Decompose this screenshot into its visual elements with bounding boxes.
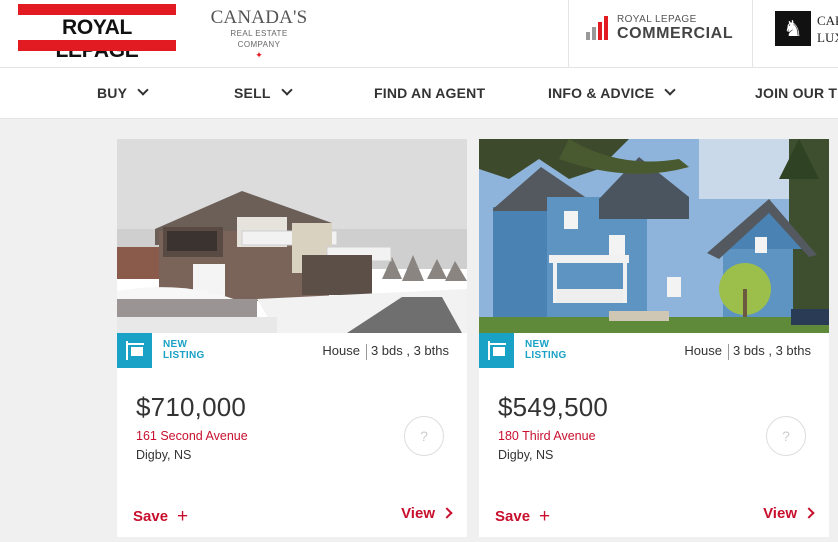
luxury-brand-text[interactable]: CARLUX xyxy=(817,12,838,46)
beds-baths: 3 bds , 3 bths xyxy=(732,343,811,358)
chevron-right-icon xyxy=(441,507,453,519)
listing-address[interactable]: 180 Third Avenue xyxy=(498,429,596,443)
commercial-brand-main: COMMERCIAL xyxy=(617,25,734,42)
listing-photo[interactable] xyxy=(117,139,467,333)
nav-join-our-team[interactable]: JOIN OUR TE xyxy=(755,68,838,119)
maple-leaf-icon: ✦ xyxy=(255,50,263,60)
badge-line-2: LISTING xyxy=(163,350,205,361)
main-nav: BUY SELL FIND AN AGENT INFO & ADVICE JOI… xyxy=(0,68,838,119)
question-icon[interactable]: ? xyxy=(404,416,444,456)
badge-line-2: LISTING xyxy=(525,350,567,361)
badge-line-1: NEW xyxy=(163,339,188,350)
royal-lepage-commercial-logo[interactable]: ROYAL LEPAGE COMMERCIAL xyxy=(586,14,738,44)
nav-buy[interactable]: BUY xyxy=(97,68,149,119)
listing-price: $710,000 xyxy=(136,392,247,422)
plus-icon: + xyxy=(539,506,551,527)
property-type: House xyxy=(322,343,360,358)
listing-card[interactable]: NEW LISTING House 3 bds , 3 bths $710,000… xyxy=(117,139,467,537)
commercial-brand-top: ROYAL LEPAGE xyxy=(617,14,697,25)
question-icon[interactable]: ? xyxy=(766,416,806,456)
plus-icon: + xyxy=(177,506,189,527)
listing-card[interactable]: NEW LISTING House 3 bds , 3 bths $549,500… xyxy=(479,139,829,537)
nav-sell[interactable]: SELL xyxy=(234,68,293,119)
listing-city: Digby, NS xyxy=(498,448,554,462)
listing-meta: House 3 bds , 3 bths xyxy=(322,343,449,360)
logo-stripe-top xyxy=(18,4,176,15)
tagline-sub: REAL ESTATE COMPANY xyxy=(230,29,288,49)
view-button[interactable]: View xyxy=(401,505,453,522)
logo-stripe-bottom xyxy=(18,40,176,51)
save-button[interactable]: Save + xyxy=(133,505,188,527)
royal-lepage-logo[interactable]: ROYAL LEPAGE xyxy=(18,4,176,62)
nav-find-an-agent-label: FIND AN AGENT xyxy=(374,85,486,101)
save-label: Save xyxy=(133,508,169,525)
nav-join-our-team-label: JOIN OUR TE xyxy=(755,85,838,101)
nav-buy-label: BUY xyxy=(97,85,128,101)
save-button[interactable]: Save + xyxy=(495,505,550,527)
nav-info-advice[interactable]: INFO & ADVICE xyxy=(548,68,676,119)
tagline-main: CANADA'S xyxy=(210,7,308,28)
logo-wordmark: ROYAL LEPAGE xyxy=(56,16,139,62)
nav-info-advice-label: INFO & ADVICE xyxy=(548,85,655,101)
for-sale-sign-icon xyxy=(479,333,514,368)
listing-photo[interactable] xyxy=(479,139,829,333)
commercial-bars-icon xyxy=(586,16,612,40)
top-header: ROYAL LEPAGE CANADA'S REAL ESTATE COMPAN… xyxy=(0,0,838,68)
property-type: House xyxy=(684,343,722,358)
chevron-down-icon xyxy=(137,84,149,96)
listing-price: $549,500 xyxy=(498,392,609,422)
listing-meta: House 3 bds , 3 bths xyxy=(684,343,811,360)
listing-address[interactable]: 161 Second Avenue xyxy=(136,429,248,443)
view-label: View xyxy=(763,505,797,522)
header-divider xyxy=(752,0,753,68)
save-label: Save xyxy=(495,508,531,525)
listing-info-row: NEW LISTING House 3 bds , 3 bths xyxy=(117,333,467,368)
view-button[interactable]: View xyxy=(763,505,815,522)
canadas-real-estate-company-logo[interactable]: CANADA'S REAL ESTATE COMPANY ✦ xyxy=(209,7,309,61)
new-listing-badge: NEW LISTING xyxy=(525,339,567,361)
beds-baths: 3 bds , 3 bths xyxy=(370,343,449,358)
nav-find-an-agent[interactable]: FIND AN AGENT xyxy=(374,68,485,119)
nav-sell-label: SELL xyxy=(234,85,271,101)
badge-line-1: NEW xyxy=(525,339,550,350)
meta-divider xyxy=(365,343,367,360)
chevron-down-icon xyxy=(280,84,293,96)
meta-divider xyxy=(727,343,729,360)
listing-info-row: NEW LISTING House 3 bds , 3 bths xyxy=(479,333,829,368)
header-divider xyxy=(568,0,569,68)
view-label: View xyxy=(401,505,435,522)
listing-city: Digby, NS xyxy=(136,448,192,462)
for-sale-sign-icon xyxy=(117,333,152,368)
horse-logo-icon[interactable]: ♞ xyxy=(775,11,811,46)
chevron-right-icon xyxy=(803,507,815,519)
new-listing-badge: NEW LISTING xyxy=(163,339,205,361)
chevron-down-icon xyxy=(664,84,676,96)
